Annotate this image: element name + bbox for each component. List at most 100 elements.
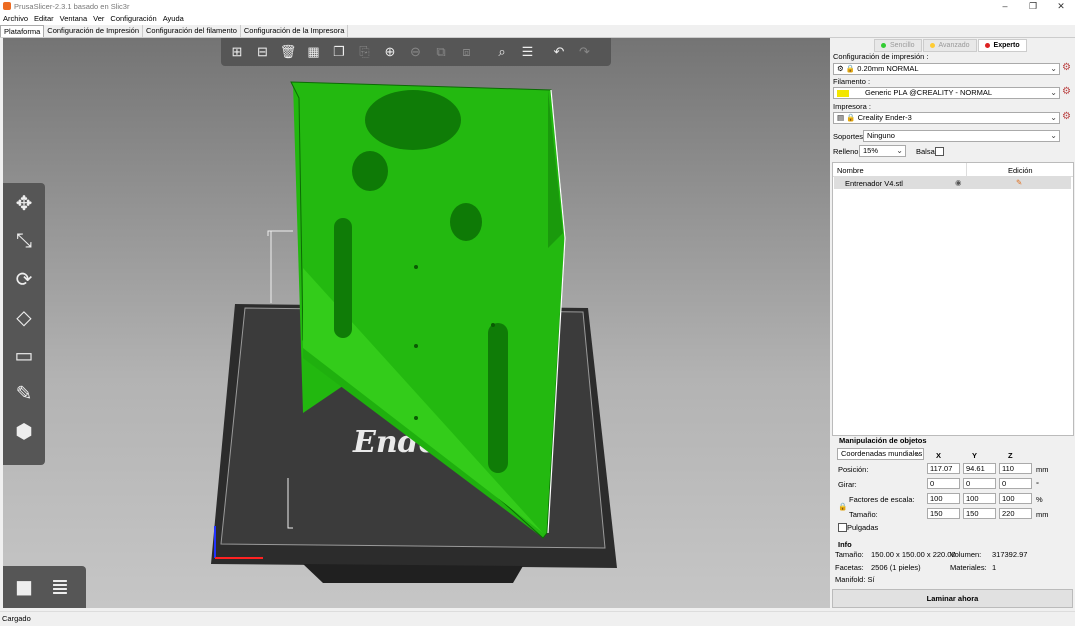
split-objects-icon[interactable]: ⧉: [429, 41, 453, 63]
filament-gear-icon[interactable]: ⚙: [1062, 86, 1071, 97]
supports-combo[interactable]: Ninguno ⌄: [863, 130, 1060, 142]
printer-combo[interactable]: ▤ 🔒 Creality Ender-3 ⌄: [833, 112, 1060, 124]
mode-simple-label: Sencillo: [890, 42, 915, 49]
mode-expert[interactable]: Experto: [977, 39, 1027, 52]
rotation-z-field[interactable]: 0: [999, 478, 1032, 489]
cut-icon[interactable]: ▭: [6, 337, 42, 373]
tab-filament-settings[interactable]: Configuración del filamento: [143, 25, 241, 37]
menu-archivo[interactable]: Archivo: [0, 13, 31, 25]
slice-now-button[interactable]: Laminar ahora: [832, 589, 1073, 608]
supports-label: Soportes:: [833, 132, 866, 141]
position-x-field[interactable]: 117.07: [927, 463, 960, 474]
search-icon[interactable]: ⌕: [490, 41, 514, 63]
split-parts-icon[interactable]: ⧈: [455, 41, 479, 63]
chevron-down-icon: ⌄: [1050, 64, 1057, 73]
paste-icon[interactable]: ⎘: [353, 41, 377, 63]
position-z-field[interactable]: 110: [999, 463, 1032, 474]
eye-icon[interactable]: ◉: [955, 178, 962, 187]
col-edit[interactable]: Edición: [1008, 166, 1033, 175]
bed-foot: [303, 564, 523, 583]
preview-layers-icon[interactable]: ≣: [42, 569, 78, 605]
scale-y-field[interactable]: 100: [963, 493, 996, 504]
arrange-icon[interactable]: ▦: [302, 41, 326, 63]
tab-printer-settings[interactable]: Configuración de la Impresora: [241, 25, 349, 37]
mode-advanced-label: Avanzado: [938, 42, 970, 49]
size-y-field[interactable]: 150: [963, 508, 996, 519]
print-settings-value: 0.20mm NORMAL: [857, 64, 919, 73]
delete-all-icon[interactable]: 🗑: [276, 41, 300, 63]
menu-editar[interactable]: Editar: [31, 13, 57, 25]
tab-plater[interactable]: Plataforma: [0, 25, 45, 37]
scale-icon[interactable]: ⤡: [6, 223, 42, 259]
edit-icon[interactable]: ✎: [1016, 178, 1022, 187]
seam-paint-icon[interactable]: ⬢: [6, 413, 42, 449]
menu-ayuda[interactable]: Ayuda: [160, 13, 187, 25]
undo-icon[interactable]: ↶: [547, 41, 571, 63]
menu-configuracion[interactable]: Configuración: [107, 13, 159, 25]
place-on-face-icon[interactable]: ◇: [6, 299, 42, 335]
window-controls: – ❐ ✕: [991, 0, 1075, 13]
inches-checkbox[interactable]: [838, 523, 847, 532]
info-size-value: 150.00 x 150.00 x 220.00: [871, 550, 956, 559]
status-bar: Cargado: [0, 611, 1075, 626]
simple-dot-icon: [881, 43, 886, 48]
printer-gear-icon[interactable]: ⚙: [1062, 111, 1071, 122]
info-facets-value: 2506 (1 pieles): [871, 563, 921, 572]
rotate-icon[interactable]: ⟳: [6, 261, 42, 297]
support-paint-icon[interactable]: ✎: [6, 375, 42, 411]
mode-simple[interactable]: Sencillo: [874, 39, 922, 52]
print-settings-icon: ⚙ 🔒: [837, 64, 858, 73]
plater-toolbar: ⊞ ⊟ 🗑 ▦ ❐ ⎘ ⊕ ⊖ ⧉ ⧈ ⌕ ☰ ↶ ↷: [221, 38, 611, 66]
move-icon[interactable]: ✥: [6, 185, 42, 221]
list-item[interactable]: Entrenador V4.stl ◉ ✎: [834, 177, 1071, 189]
info-materials-label: Materiales:: [950, 563, 987, 572]
y-header: Y: [972, 451, 978, 460]
main-tabs: Plataforma Configuración de Impresión Co…: [0, 25, 1075, 38]
mode-switch: Sencillo Avanzado Experto: [874, 39, 1028, 52]
add-icon[interactable]: ⊞: [225, 41, 249, 63]
brim-checkbox[interactable]: [935, 147, 944, 156]
manipulation-title: Manipulación de objetos: [839, 436, 927, 445]
3d-viewport[interactable]: Ender ⊞ ⊟ 🗑 ▦ ❐ ⎘ ⊕ ⊖ ⧉ ⧈ ⌕ ☰ ↶ ↷ ✥ ⤡ ⟳ …: [3, 38, 830, 608]
copy-icon[interactable]: ❐: [327, 41, 351, 63]
infill-combo[interactable]: 15% ⌄: [859, 145, 906, 157]
add-instance-icon[interactable]: ⊕: [378, 41, 402, 63]
position-y-field[interactable]: 94.61: [963, 463, 996, 474]
rotation-x-field[interactable]: 0: [927, 478, 960, 489]
delete-icon[interactable]: ⊟: [251, 41, 275, 63]
info-size-label: Tamaño:: [835, 550, 864, 559]
inches-label: Pulgadas: [847, 523, 879, 532]
coordinates-combo[interactable]: Coordenadas mundiales ⌄: [837, 448, 924, 460]
tab-print-settings[interactable]: Configuración de Impresión: [44, 25, 143, 37]
filament-value: Generic PLA @CREALITY - NORMAL: [865, 88, 993, 97]
remove-instance-icon[interactable]: ⊖: [404, 41, 428, 63]
mode-advanced[interactable]: Avanzado: [922, 39, 977, 52]
size-x-field[interactable]: 150: [927, 508, 960, 519]
object-name: Entrenador V4.stl: [845, 179, 903, 188]
object-list-header: Nombre Edición: [833, 163, 1073, 177]
app-icon: [3, 2, 11, 10]
scale-unit: %: [1036, 495, 1043, 504]
print-settings-combo[interactable]: ⚙ 🔒 0.20mm NORMAL ⌄: [833, 63, 1060, 75]
minimize-icon[interactable]: –: [991, 0, 1019, 13]
rotation-y-field[interactable]: 0: [963, 478, 996, 489]
layers-editing-icon[interactable]: ☰: [516, 41, 540, 63]
redo-icon[interactable]: ↷: [573, 41, 597, 63]
close-icon[interactable]: ✕: [1047, 0, 1075, 13]
print-settings-gear-icon[interactable]: ⚙: [1062, 62, 1071, 73]
object-list: Nombre Edición Entrenador V4.stl ◉ ✎: [832, 162, 1074, 436]
col-name[interactable]: Nombre: [837, 166, 864, 175]
filament-combo[interactable]: Generic PLA @CREALITY - NORMAL ⌄: [833, 87, 1060, 99]
chevron-down-icon: ⌄: [1050, 113, 1057, 122]
scale-z-field[interactable]: 100: [999, 493, 1032, 504]
scale-x-field[interactable]: 100: [927, 493, 960, 504]
view-switcher: ◼ ≣: [3, 566, 86, 608]
menu-ventana[interactable]: Ventana: [57, 13, 91, 25]
size-z-field[interactable]: 220: [999, 508, 1032, 519]
3d-view-icon[interactable]: ◼: [6, 569, 42, 605]
info-volume-value: 317392.97: [992, 550, 1028, 559]
scale-lock-icon[interactable]: 🔒: [838, 502, 847, 511]
menu-ver[interactable]: Ver: [90, 13, 107, 25]
maximize-icon[interactable]: ❐: [1019, 0, 1047, 13]
printer-label: Impresora :: [833, 102, 871, 111]
